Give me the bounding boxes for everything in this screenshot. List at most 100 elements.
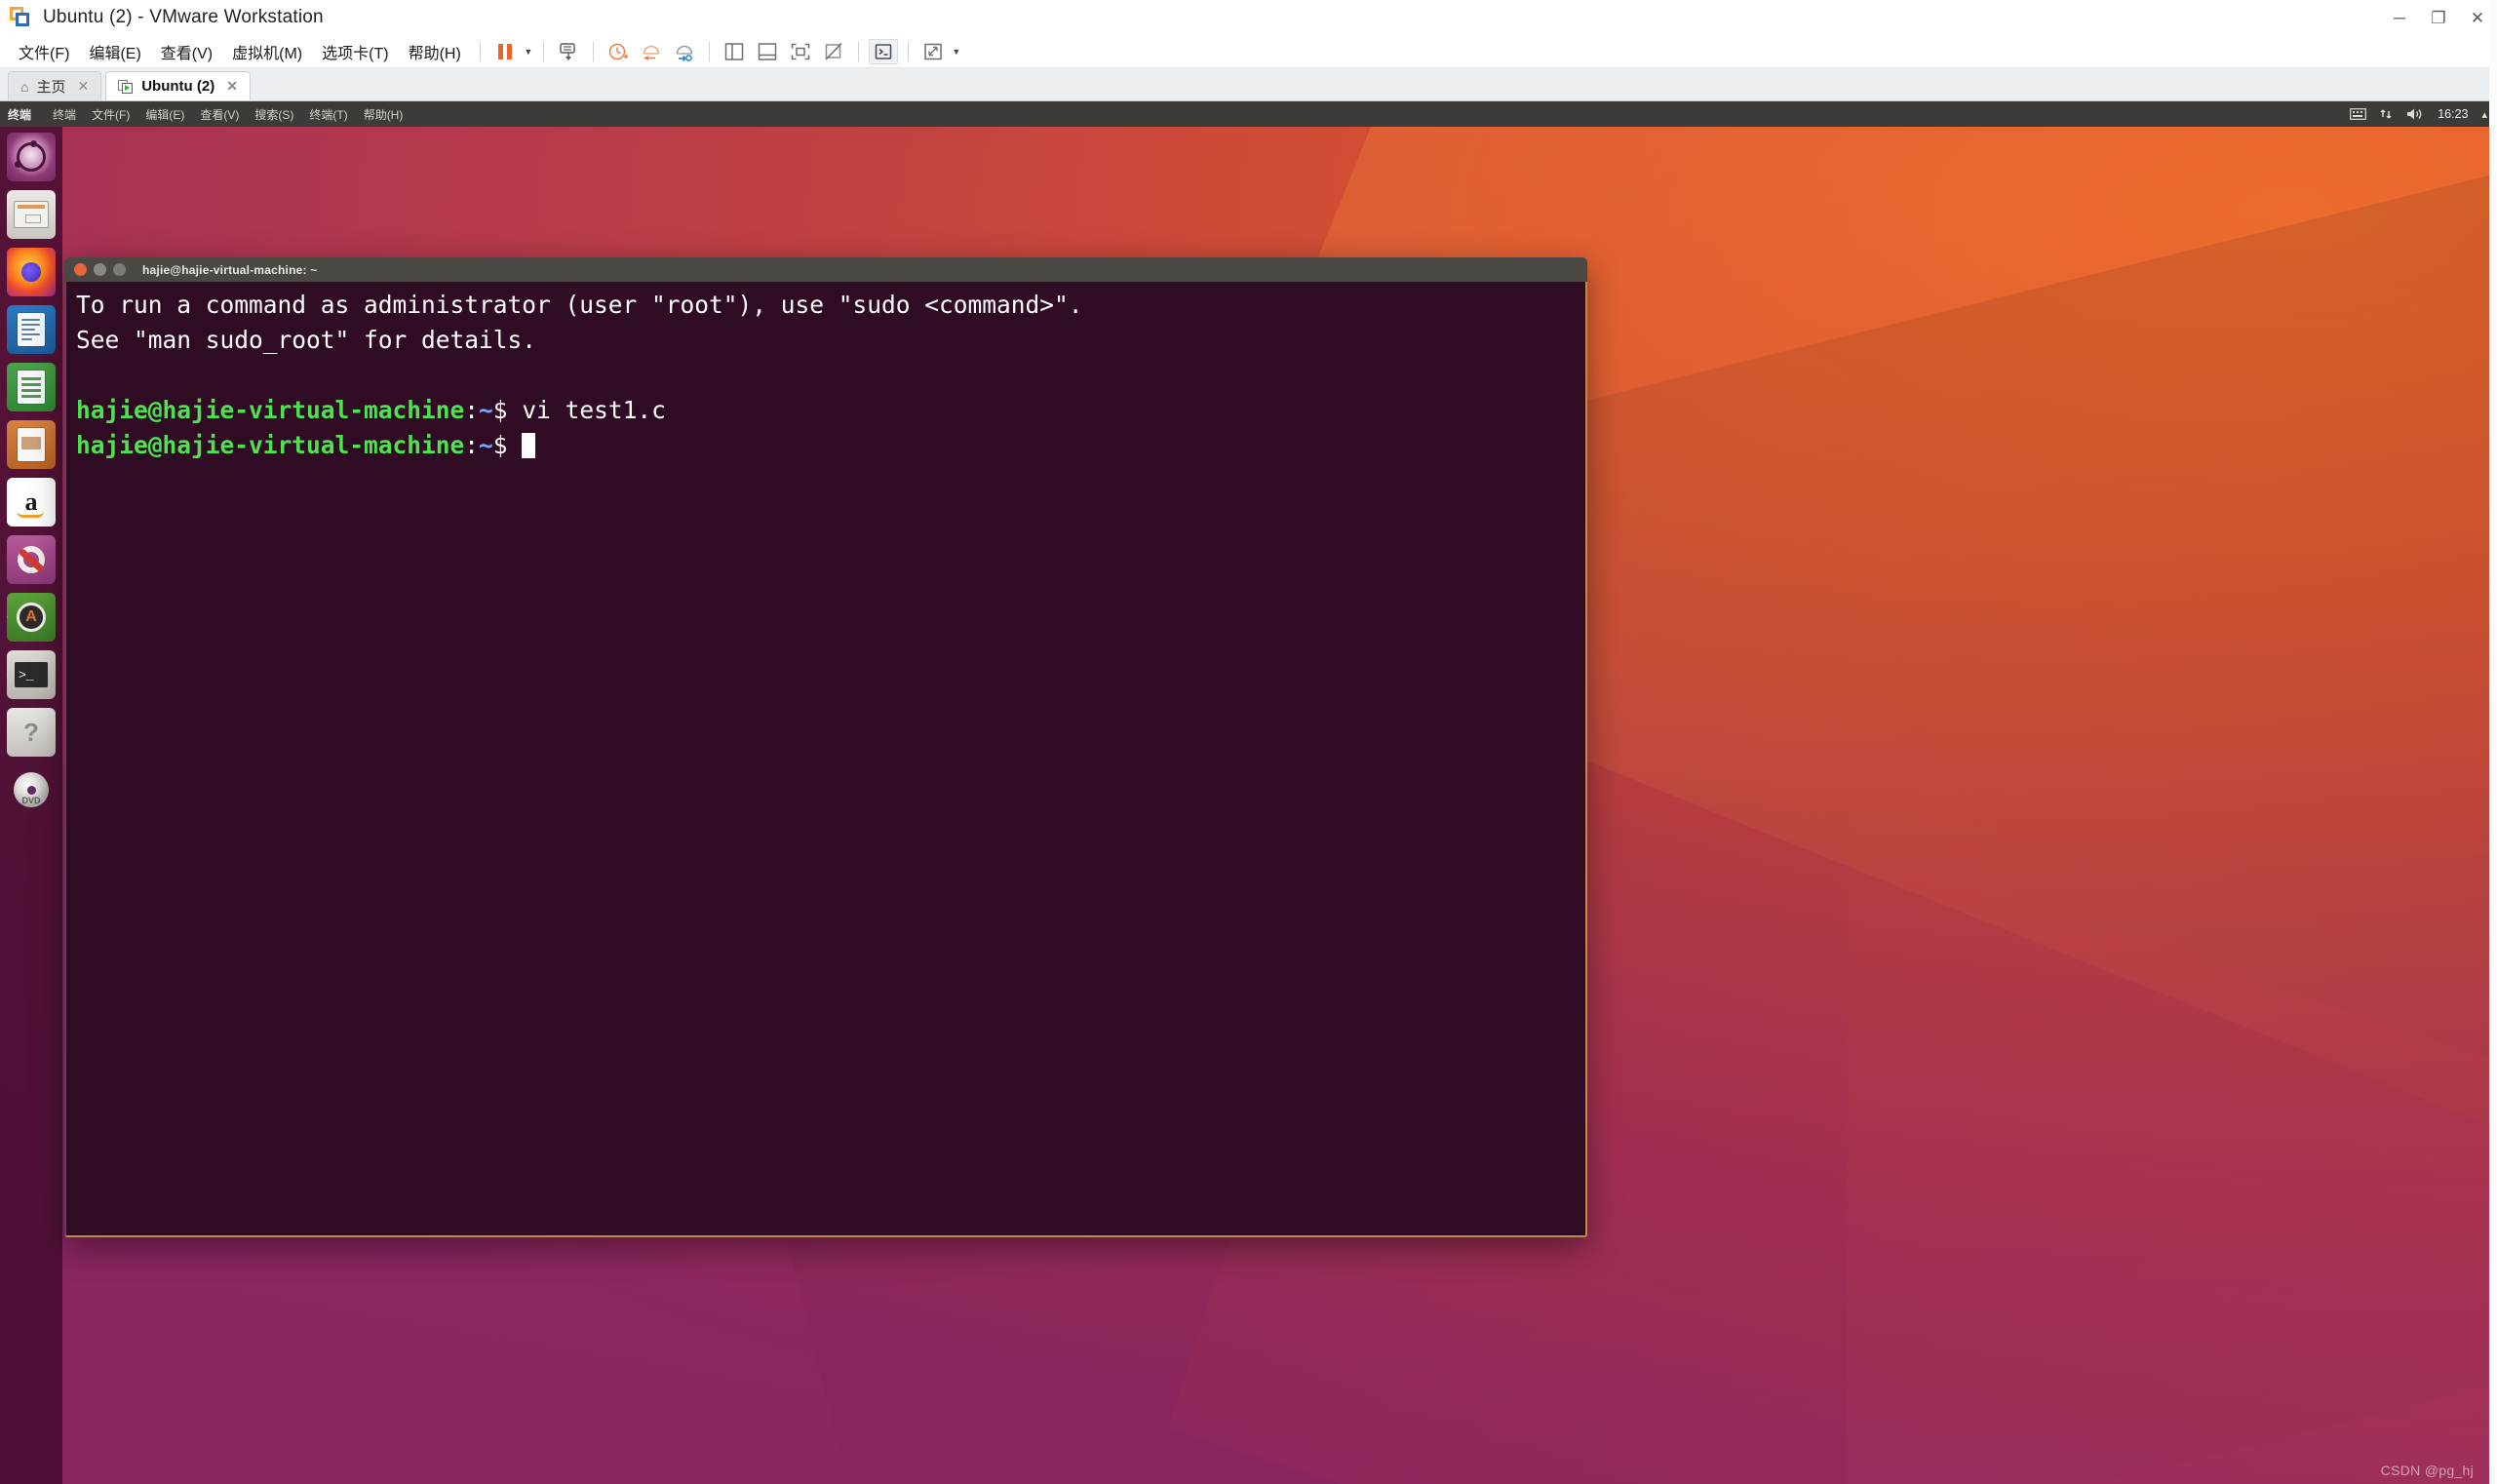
toolbar-separator <box>592 41 594 61</box>
menu-vm[interactable]: 虚拟机(M) <box>223 36 311 67</box>
presentation-impress-icon <box>18 428 45 461</box>
dvd-disc-icon: DVD <box>14 772 49 807</box>
take-snapshot-button[interactable] <box>604 39 633 64</box>
vm-tab-icon <box>118 79 134 94</box>
unity-app-name: 终端 <box>8 107 32 122</box>
vmware-workstation-window: Ubuntu (2) - VMware Workstation ─ ❐ ✕ 文件… <box>0 0 2497 1484</box>
toolbar-separator <box>907 41 909 61</box>
firefox-icon <box>21 262 41 282</box>
suspend-button[interactable] <box>490 39 520 64</box>
menu-view[interactable]: 查看(V) <box>152 36 221 67</box>
document-writer-icon <box>18 313 45 346</box>
volume-icon[interactable] <box>2406 107 2424 121</box>
fullscreen-button[interactable] <box>918 39 948 64</box>
revert-snapshot-button[interactable] <box>637 39 666 64</box>
terminal-close-button[interactable] <box>74 263 87 276</box>
terminal-window[interactable]: hajie@hajie-virtual-machine: ~ To run a … <box>64 257 1587 1237</box>
launcher-item-help[interactable]: ? <box>7 708 56 757</box>
home-icon: ⌂ <box>20 78 29 95</box>
launcher-item-dvd-drive[interactable]: DVD <box>7 765 56 814</box>
prompt-sigil: $ <box>492 396 508 424</box>
prompt-colon: : <box>464 431 480 459</box>
terminal-title: hajie@hajie-virtual-machine: ~ <box>142 262 318 277</box>
guest-menu-terminal-app[interactable]: 终端 <box>45 106 84 123</box>
launcher-item-libreoffice-calc[interactable] <box>7 363 56 411</box>
snapshot-manager-button[interactable] <box>670 39 699 64</box>
unity-top-panel: 终端 终端 文件(F) 编辑(E) 查看(V) 搜索(S) 终端(T) 帮助(H… <box>0 101 2497 127</box>
show-thumbnail-bar-button[interactable] <box>753 39 782 64</box>
guest-menu-file[interactable]: 文件(F) <box>84 106 137 123</box>
window-controls: ─ ❐ ✕ <box>2380 0 2497 35</box>
ubuntu-software-icon: A <box>17 603 46 632</box>
guest-screen[interactable]: 终端 终端 文件(F) 编辑(E) 查看(V) 搜索(S) 终端(T) 帮助(H… <box>0 101 2497 1484</box>
toolbar-separator <box>542 41 544 61</box>
fit-guest-button[interactable] <box>786 39 815 64</box>
show-sidebar-button[interactable] <box>720 39 749 64</box>
terminal-output-line: To run a command as administrator (user … <box>76 291 1083 319</box>
guest-menu-terminal[interactable]: 终端(T) <box>301 106 355 123</box>
launcher-item-system-settings[interactable] <box>7 535 56 584</box>
terminal-minimize-button[interactable] <box>94 263 106 276</box>
terminal-prompt-line-active[interactable]: hajie@hajie-virtual-machine:~$ <box>76 428 1576 463</box>
launcher-item-libreoffice-writer[interactable] <box>7 305 56 354</box>
close-icon[interactable]: ✕ <box>77 78 89 95</box>
close-icon[interactable]: ✕ <box>226 78 238 95</box>
restore-button[interactable]: ❐ <box>2419 0 2458 35</box>
terminal-command: vi test1.c <box>507 396 666 424</box>
window-right-edge <box>2489 0 2497 1484</box>
prompt-sigil: $ <box>492 431 508 459</box>
guest-menu-search[interactable]: 搜索(S) <box>247 106 301 123</box>
tab-home-label: 主页 <box>36 79 66 96</box>
terminal-body[interactable]: To run a command as administrator (user … <box>64 282 1587 1237</box>
toolbar-separator <box>708 41 710 61</box>
prompt-user: hajie@hajie-virtual-machine <box>76 396 465 424</box>
clock[interactable]: 16:23 <box>2438 107 2468 121</box>
launcher-item-ubuntu-software[interactable]: A <box>7 593 56 642</box>
terminal-command <box>508 431 523 459</box>
terminal-maximize-button[interactable] <box>113 263 126 276</box>
launcher-item-dash-home[interactable] <box>7 133 56 181</box>
unity-tray: 16:23 ▴ <box>2350 107 2497 121</box>
terminal-icon: >_ <box>15 662 48 687</box>
launcher-item-amazon[interactable]: a <box>7 478 56 527</box>
tab-ubuntu-2[interactable]: Ubuntu (2) ✕ <box>105 71 251 100</box>
launcher-item-terminal[interactable]: >_ <box>7 650 56 699</box>
prompt-path: ~ <box>479 431 493 459</box>
menu-file[interactable]: 文件(F) <box>10 36 78 67</box>
guest-menu-edit[interactable]: 编辑(E) <box>137 106 192 123</box>
window-titlebar: Ubuntu (2) - VMware Workstation ─ ❐ ✕ <box>0 0 2497 35</box>
guest-menu-view[interactable]: 查看(V) <box>192 106 247 123</box>
terminal-prompt-line: hajie@hajie-virtual-machine:~$ vi test1.… <box>76 393 1576 428</box>
chevron-down-icon[interactable]: ▼ <box>950 39 963 64</box>
menu-toolbar: 文件(F) 编辑(E) 查看(V) 虚拟机(M) 选项卡(T) 帮助(H) ▼ <box>0 35 2497 68</box>
toolbar-separator <box>479 41 481 61</box>
watermark: CSDN @pg_hj <box>2380 1463 2474 1478</box>
menu-help[interactable]: 帮助(H) <box>400 36 470 67</box>
launcher-item-firefox[interactable] <box>7 248 56 296</box>
toolbar-separator <box>857 41 859 61</box>
keyboard-indicator-icon[interactable] <box>2350 108 2367 120</box>
prompt-path: ~ <box>479 396 493 424</box>
send-ctrl-alt-del-button[interactable] <box>554 39 583 64</box>
prompt-user: hajie@hajie-virtual-machine <box>76 431 465 459</box>
terminal-titlebar: hajie@hajie-virtual-machine: ~ <box>64 257 1587 282</box>
vmware-logo-icon <box>10 7 31 28</box>
menu-edit[interactable]: 编辑(E) <box>80 36 149 67</box>
console-view-button[interactable] <box>868 38 898 64</box>
guest-menu-help[interactable]: 帮助(H) <box>356 106 411 123</box>
terminal-output-line: See "man sudo_root" for details. <box>76 326 537 354</box>
fit-window-button[interactable] <box>819 39 848 64</box>
minimize-button[interactable]: ─ <box>2380 0 2419 35</box>
unity-launcher: a A >_ ? DVD <box>0 127 62 1484</box>
spreadsheet-calc-icon <box>18 371 45 404</box>
files-cabinet-icon <box>14 201 49 228</box>
launcher-item-files[interactable] <box>7 190 56 239</box>
network-icon[interactable] <box>2380 107 2393 121</box>
chevron-down-icon[interactable]: ▼ <box>522 39 535 64</box>
ubuntu-dash-icon <box>15 140 46 172</box>
menu-tabs[interactable]: 选项卡(T) <box>313 36 397 67</box>
session-menu-icon[interactable]: ▴ <box>2481 108 2487 121</box>
launcher-item-libreoffice-impress[interactable] <box>7 420 56 469</box>
tab-home[interactable]: ⌂ 主页 ✕ <box>8 71 102 100</box>
